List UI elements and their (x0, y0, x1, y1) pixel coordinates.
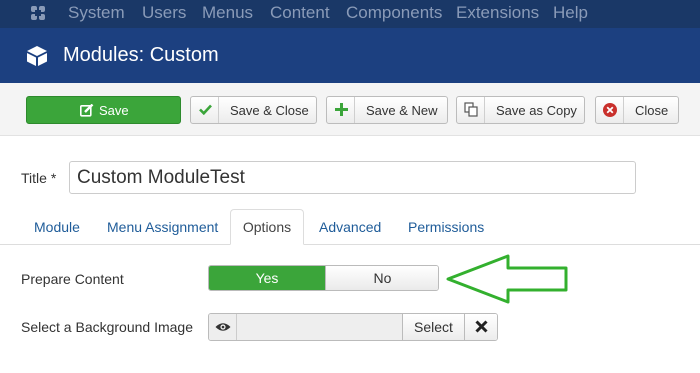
eye-icon (215, 323, 231, 331)
menu-content[interactable]: Content (270, 3, 330, 23)
background-image-label: Select a Background Image (21, 319, 193, 335)
close-button[interactable]: Close (595, 96, 679, 124)
menu-components[interactable]: Components (346, 3, 442, 23)
plus-icon (335, 103, 348, 116)
copy-icon (464, 102, 478, 117)
save-button[interactable]: Save (26, 96, 181, 124)
save-as-copy-button[interactable]: Save as Copy (456, 96, 585, 124)
select-image-button[interactable]: Select (402, 314, 464, 340)
menu-users[interactable]: Users (142, 3, 186, 23)
save-new-label: Save & New (366, 103, 438, 118)
save-new-button[interactable]: Save & New (326, 96, 448, 124)
save-label: Save (99, 103, 129, 118)
save-as-copy-label: Save as Copy (496, 103, 577, 118)
tab-options[interactable]: Options (230, 209, 304, 245)
tab-permissions[interactable]: Permissions (408, 219, 484, 235)
edit-icon (80, 104, 94, 117)
menu-menus[interactable]: Menus (202, 3, 253, 23)
prepare-content-yes-option[interactable]: Yes (209, 266, 325, 290)
close-label: Close (635, 103, 669, 118)
prepare-content-toggle: Yes No (208, 265, 439, 291)
clear-x-icon (475, 320, 488, 333)
page-header: Modules: Custom (0, 28, 700, 83)
background-image-field: Select (208, 313, 498, 341)
title-label: Title * (21, 170, 57, 186)
tab-menu-assignment[interactable]: Menu Assignment (107, 219, 218, 235)
menu-extensions[interactable]: Extensions (456, 3, 539, 23)
preview-button[interactable] (209, 314, 237, 340)
close-circle-icon (603, 103, 617, 117)
menu-system[interactable]: System (68, 3, 125, 23)
annotation-arrow-icon (446, 254, 568, 304)
tabs-divider (0, 244, 700, 245)
save-close-label: Save & Close (230, 103, 309, 118)
checkmark-icon (199, 104, 212, 115)
cube-icon (27, 46, 47, 66)
tab-module[interactable]: Module (34, 219, 80, 235)
joomla-logo-icon[interactable] (28, 3, 48, 23)
page-title: Modules: Custom (63, 44, 219, 66)
background-image-path (237, 314, 402, 340)
tab-advanced[interactable]: Advanced (319, 219, 381, 235)
tab-options-label: Options (242, 219, 292, 235)
toolbar: Save Save & Close Save & New Save as Cop… (0, 83, 700, 136)
menu-help[interactable]: Help (553, 3, 588, 23)
top-navigation-bar: System Users Menus Content Components Ex… (0, 0, 700, 28)
title-input[interactable] (69, 161, 636, 194)
clear-image-button[interactable] (464, 314, 497, 340)
save-close-button[interactable]: Save & Close (190, 96, 317, 124)
prepare-content-label: Prepare Content (21, 271, 124, 287)
prepare-content-no-option[interactable]: No (325, 266, 438, 290)
